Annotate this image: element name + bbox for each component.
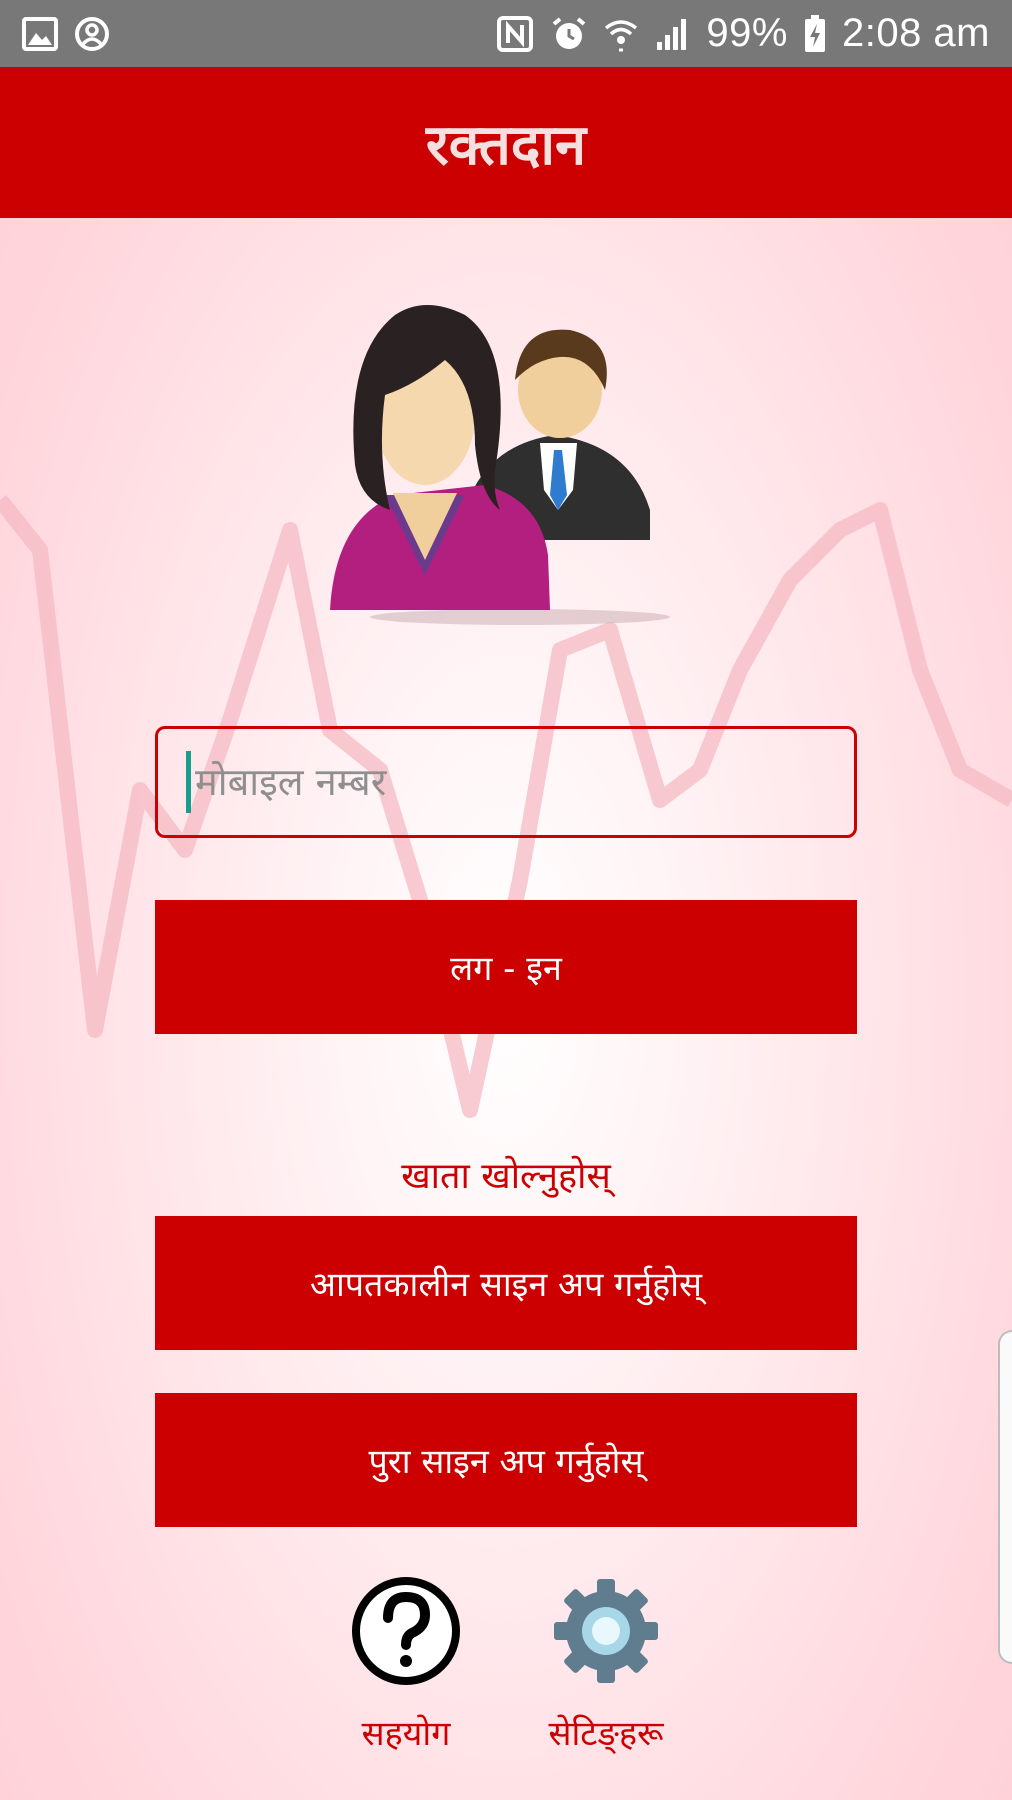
app-title: रक्तदान (425, 112, 587, 178)
help-circle-icon[interactable] (350, 1575, 462, 1687)
open-account-label: खाता खोल्नुहोस् (401, 1156, 611, 1197)
account-circle-icon (75, 16, 109, 51)
status-bar: 99% 2:08 am (0, 0, 1012, 67)
login-button[interactable]: लग - इन (155, 900, 857, 1034)
mobile-number-field[interactable] (155, 726, 857, 838)
text-cursor (186, 751, 191, 813)
users-avatar (330, 305, 670, 625)
nfc-icon (497, 15, 534, 52)
full-signup-button[interactable]: पुरा साइन अप गर्नुहोस् (155, 1393, 857, 1527)
wifi-icon (605, 19, 638, 51)
edge-panel-handle[interactable] (998, 1330, 1012, 1664)
clock: 2:08 am (841, 11, 990, 55)
app-bar: रक्तदान (0, 67, 1012, 218)
battery-charging-icon (804, 14, 825, 52)
emergency-signup-button[interactable]: आपतकालीन साइन अप गर्नुहोस् (155, 1216, 857, 1350)
help-item[interactable]: सहयोग (321, 1575, 491, 1755)
signal-icon (657, 18, 687, 50)
settings-item[interactable]: सेटिङ्हरू (521, 1575, 691, 1755)
status-left (22, 16, 110, 52)
image-icon (22, 16, 58, 51)
settings-label[interactable]: सेटिङ्हरू (548, 1709, 663, 1755)
status-right: 99% 2:08 am (496, 11, 990, 56)
mobile-number-input[interactable] (193, 759, 854, 805)
battery-percent: 99% (706, 11, 788, 55)
help-label[interactable]: सहयोग (362, 1709, 451, 1755)
gear-icon[interactable] (550, 1575, 662, 1687)
alarm-icon (553, 16, 586, 49)
